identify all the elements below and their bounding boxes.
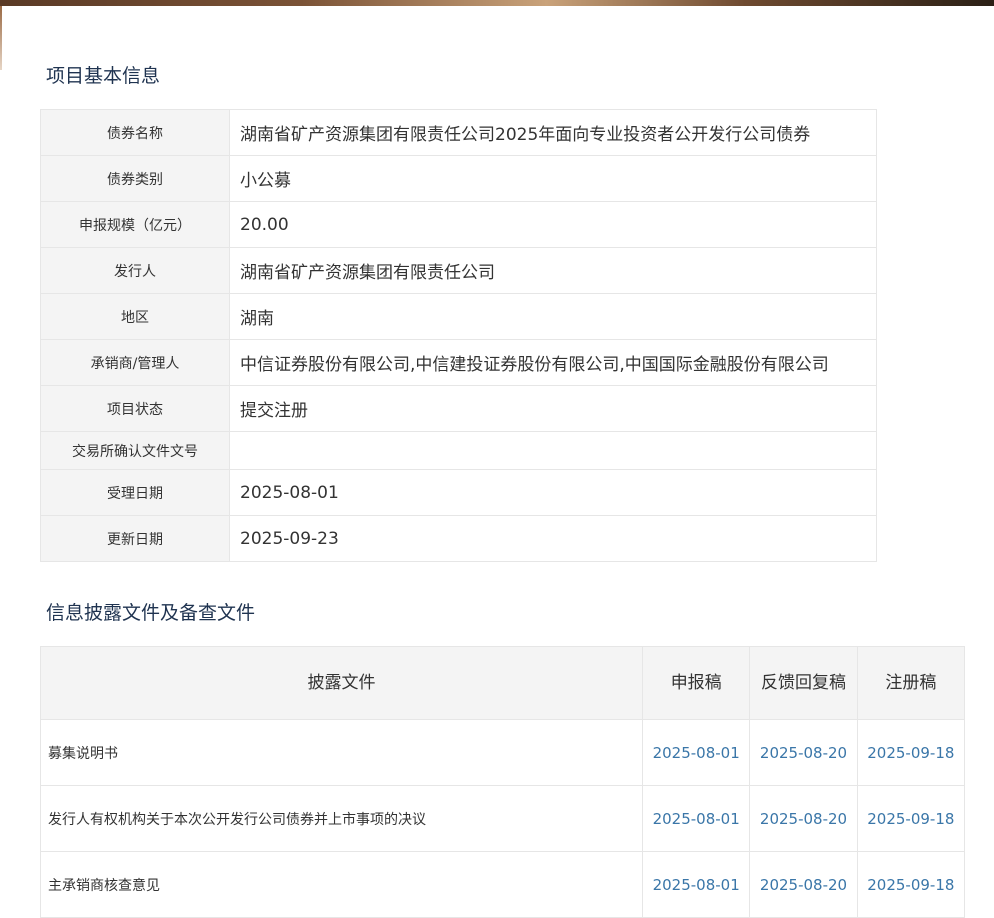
info-row-region: 地区 湖南 bbox=[40, 293, 877, 340]
registration-date-link[interactable]: 2025-09-18 bbox=[856, 851, 966, 918]
doc-name: 募集说明书 bbox=[39, 719, 644, 786]
table-row: 发行人有权机构关于本次公开发行公司债券并上市事项的决议 2025-08-01 2… bbox=[39, 785, 966, 852]
top-banner bbox=[0, 0, 994, 6]
info-row-status: 项目状态 提交注册 bbox=[40, 385, 877, 432]
date-text[interactable]: 2025-08-01 bbox=[653, 744, 740, 762]
date-text[interactable]: 2025-09-18 bbox=[867, 876, 954, 894]
info-value: 2025-09-23 bbox=[229, 515, 877, 562]
info-value: 20.00 bbox=[229, 201, 877, 248]
info-value: 中信证券股份有限公司,中信建投证券股份有限公司,中国国际金融股份有限公司 bbox=[229, 339, 877, 386]
info-label: 承销商/管理人 bbox=[40, 339, 230, 386]
info-label: 受理日期 bbox=[40, 469, 230, 516]
info-value bbox=[229, 431, 877, 470]
info-row-underwriter: 承销商/管理人 中信证券股份有限公司,中信建投证券股份有限公司,中国国际金融股份… bbox=[40, 339, 877, 386]
date-text[interactable]: 2025-08-01 bbox=[653, 810, 740, 828]
info-value: 湖南省矿产资源集团有限责任公司2025年面向专业投资者公开发行公司债券 bbox=[229, 109, 877, 156]
table-row: 募集说明书 2025-08-01 2025-08-20 2025-09-18 bbox=[39, 719, 966, 786]
info-label: 发行人 bbox=[40, 247, 230, 294]
info-label: 更新日期 bbox=[40, 515, 230, 562]
feedback-date-link[interactable]: 2025-08-20 bbox=[749, 785, 858, 852]
date-text[interactable]: 2025-09-18 bbox=[867, 810, 954, 828]
date-text[interactable]: 2025-08-20 bbox=[760, 876, 847, 894]
info-label: 债券类别 bbox=[40, 155, 230, 202]
disclosure-docs-table: 披露文件 申报稿 反馈回复稿 注册稿 募集说明书 2025-08-01 2025… bbox=[39, 646, 966, 918]
feedback-date-link[interactable]: 2025-08-20 bbox=[749, 719, 858, 786]
section-title-basic-info: 项目基本信息 bbox=[46, 65, 161, 87]
date-text[interactable]: 2025-08-20 bbox=[760, 744, 847, 762]
docs-header-row: 披露文件 申报稿 反馈回复稿 注册稿 bbox=[39, 646, 966, 720]
info-value: 湖南省矿产资源集团有限责任公司 bbox=[229, 247, 877, 294]
filing-date-link[interactable]: 2025-08-01 bbox=[642, 785, 751, 852]
info-row-scale: 申报规模（亿元） 20.00 bbox=[40, 201, 877, 248]
info-label: 地区 bbox=[40, 293, 230, 340]
feedback-date-link[interactable]: 2025-08-20 bbox=[749, 851, 858, 918]
project-info-table: 债券名称 湖南省矿产资源集团有限责任公司2025年面向专业投资者公开发行公司债券… bbox=[40, 109, 877, 562]
info-row-confirmation-doc: 交易所确认文件文号 bbox=[40, 431, 877, 470]
filing-date-link[interactable]: 2025-08-01 bbox=[642, 851, 751, 918]
doc-name: 主承销商核查意见 bbox=[39, 851, 644, 918]
date-text[interactable]: 2025-08-01 bbox=[653, 876, 740, 894]
filing-date-link[interactable]: 2025-08-01 bbox=[642, 719, 751, 786]
info-value: 湖南 bbox=[229, 293, 877, 340]
info-row-update-date: 更新日期 2025-09-23 bbox=[40, 515, 877, 562]
info-value: 提交注册 bbox=[229, 385, 877, 432]
info-label: 债券名称 bbox=[40, 109, 230, 156]
info-row-bond-name: 债券名称 湖南省矿产资源集团有限责任公司2025年面向专业投资者公开发行公司债券 bbox=[40, 109, 877, 156]
registration-date-link[interactable]: 2025-09-18 bbox=[856, 719, 966, 786]
doc-name: 发行人有权机构关于本次公开发行公司债券并上市事项的决议 bbox=[39, 785, 644, 852]
info-row-accept-date: 受理日期 2025-08-01 bbox=[40, 469, 877, 516]
left-edge-decoration bbox=[0, 6, 2, 70]
registration-date-link[interactable]: 2025-09-18 bbox=[856, 785, 966, 852]
info-label: 交易所确认文件文号 bbox=[40, 431, 230, 470]
info-label: 项目状态 bbox=[40, 385, 230, 432]
header-registration-draft: 注册稿 bbox=[856, 646, 966, 720]
date-text[interactable]: 2025-09-18 bbox=[867, 744, 954, 762]
header-disclosure-doc: 披露文件 bbox=[39, 646, 644, 720]
date-text[interactable]: 2025-08-20 bbox=[760, 810, 847, 828]
info-value: 2025-08-01 bbox=[229, 469, 877, 516]
section-title-disclosure-docs: 信息披露文件及备查文件 bbox=[46, 602, 256, 624]
header-filing-draft: 申报稿 bbox=[642, 646, 751, 720]
info-label: 申报规模（亿元） bbox=[40, 201, 230, 248]
info-row-bond-type: 债券类别 小公募 bbox=[40, 155, 877, 202]
info-row-issuer: 发行人 湖南省矿产资源集团有限责任公司 bbox=[40, 247, 877, 294]
header-feedback-reply: 反馈回复稿 bbox=[749, 646, 858, 720]
info-value: 小公募 bbox=[229, 155, 877, 202]
table-row: 主承销商核查意见 2025-08-01 2025-08-20 2025-09-1… bbox=[39, 851, 966, 918]
